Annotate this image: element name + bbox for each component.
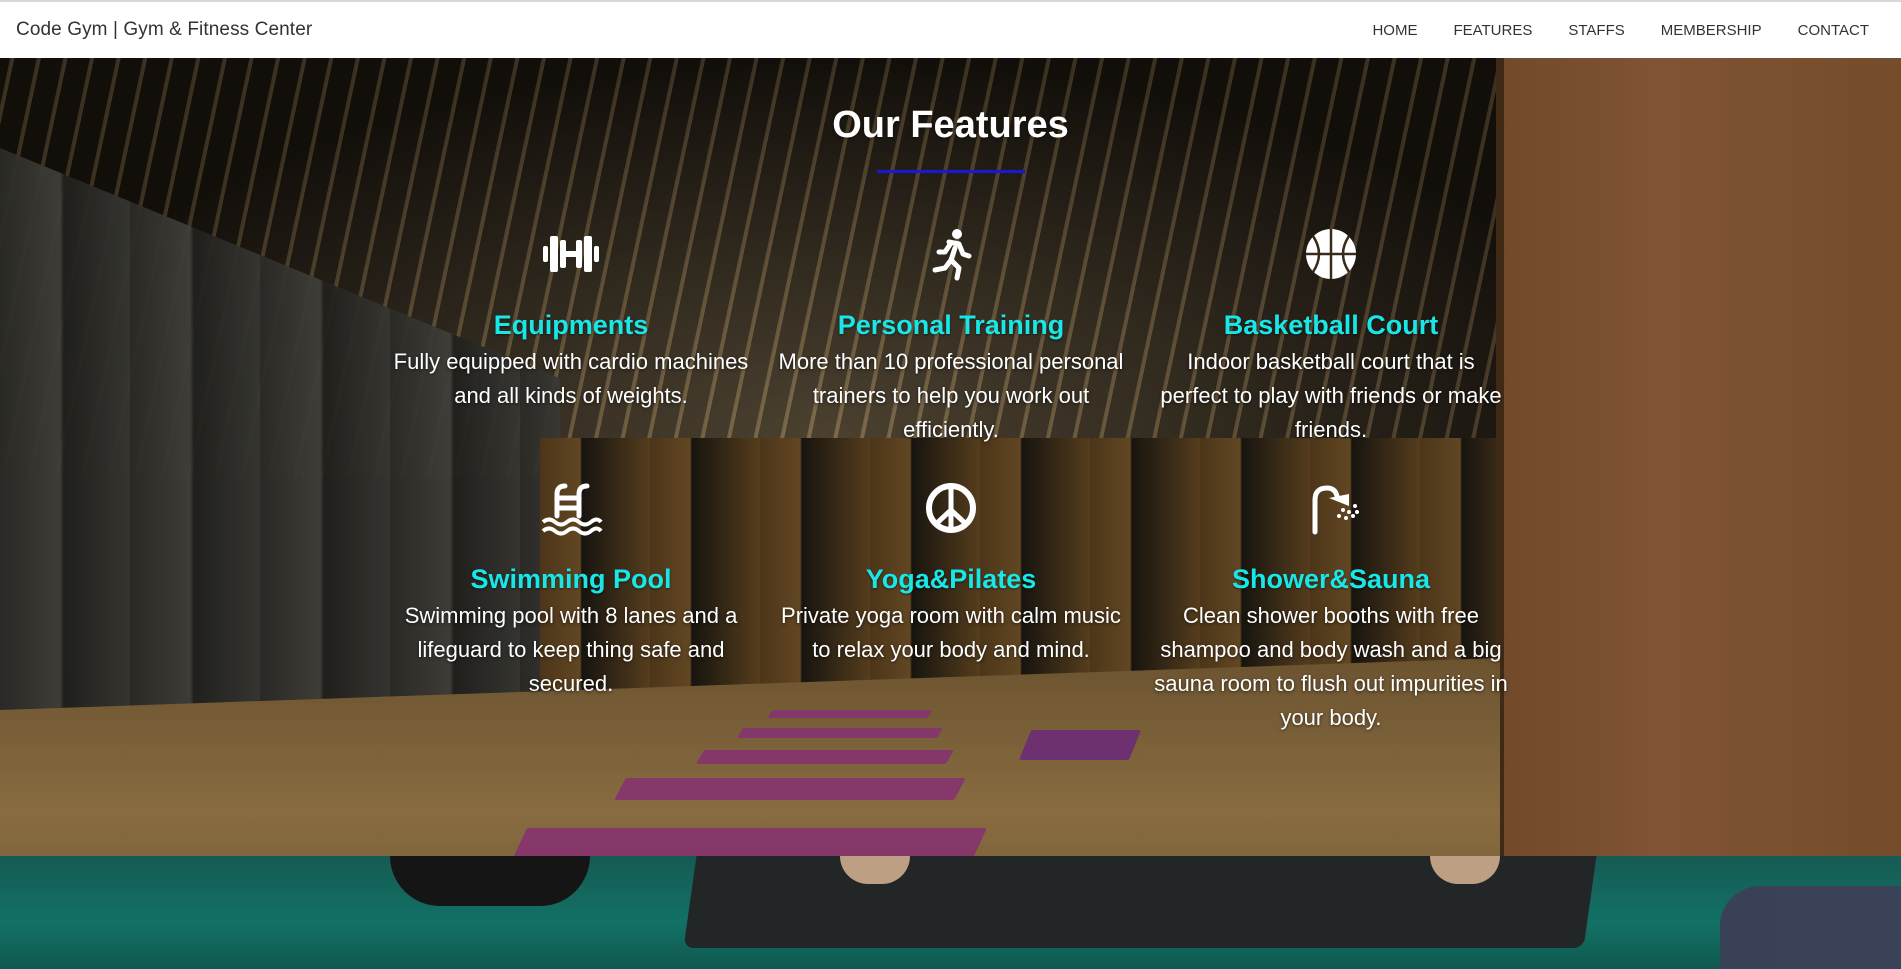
brand-link[interactable]: Code Gym | Gym & Fitness Center [16, 19, 312, 41]
feature-card-swimming-pool: Swimming Pool Swimming pool with 8 lanes… [391, 480, 751, 701]
feature-description: Clean shower booths with free shampoo an… [1154, 603, 1508, 730]
next-section-preview [0, 856, 1901, 969]
background-overlay [0, 58, 1901, 856]
feature-description: Indoor basketball court that is perfect … [1160, 349, 1502, 442]
feature-title: Personal Training [837, 310, 1065, 340]
feature-title: Yoga&Pilates [865, 564, 1037, 594]
nav-links: HOME FEATURES STAFFS MEMBERSHIP CONTACT [1354, 22, 1885, 39]
features-section: Our Features Equipments Fully equipped w… [0, 58, 1901, 856]
title-underline [877, 170, 1025, 173]
feature-card-shower-sauna: Shower&Sauna Clean shower booths with fr… [1151, 480, 1511, 735]
running-icon [932, 229, 972, 281]
feature-description: Swimming pool with 8 lanes and a lifegua… [404, 603, 738, 696]
nav-link-home[interactable]: HOME [1354, 22, 1435, 39]
feature-title: Basketball Court [1223, 310, 1439, 340]
feature-title: Shower&Sauna [1231, 564, 1431, 594]
feature-description: More than 10 professional personal train… [778, 349, 1124, 442]
feature-card-yoga-pilates: Yoga&Pilates Private yoga room with calm… [771, 480, 1131, 667]
swimming-pool-icon [541, 483, 603, 536]
feature-title: Equipments [493, 310, 649, 340]
nav-link-features[interactable]: FEATURES [1435, 22, 1550, 39]
nav-link-staffs[interactable]: STAFFS [1550, 22, 1642, 39]
shower-icon [1312, 485, 1359, 535]
feature-card-personal-training: Personal Training More than 10 professio… [771, 226, 1131, 447]
feature-card-basketball-court: Basketball Court Indoor basketball court… [1151, 226, 1511, 447]
feature-description: Fully equipped with cardio machines and … [393, 349, 749, 408]
background-overlay [0, 856, 1901, 969]
nav-link-membership[interactable]: MEMBERSHIP [1643, 22, 1780, 39]
feature-description: Private yoga room with calm music to rel… [781, 603, 1121, 662]
section-title: Our Features [832, 104, 1069, 146]
feature-card-equipments: Equipments Fully equipped with cardio ma… [391, 226, 751, 413]
peace-icon [926, 483, 976, 533]
feature-title: Swimming Pool [470, 564, 672, 594]
nav-link-contact[interactable]: CONTACT [1780, 22, 1885, 39]
dumbbell-icon [543, 236, 599, 272]
navbar: Code Gym | Gym & Fitness Center HOME FEA… [0, 0, 1901, 58]
basketball-icon [1306, 229, 1356, 279]
